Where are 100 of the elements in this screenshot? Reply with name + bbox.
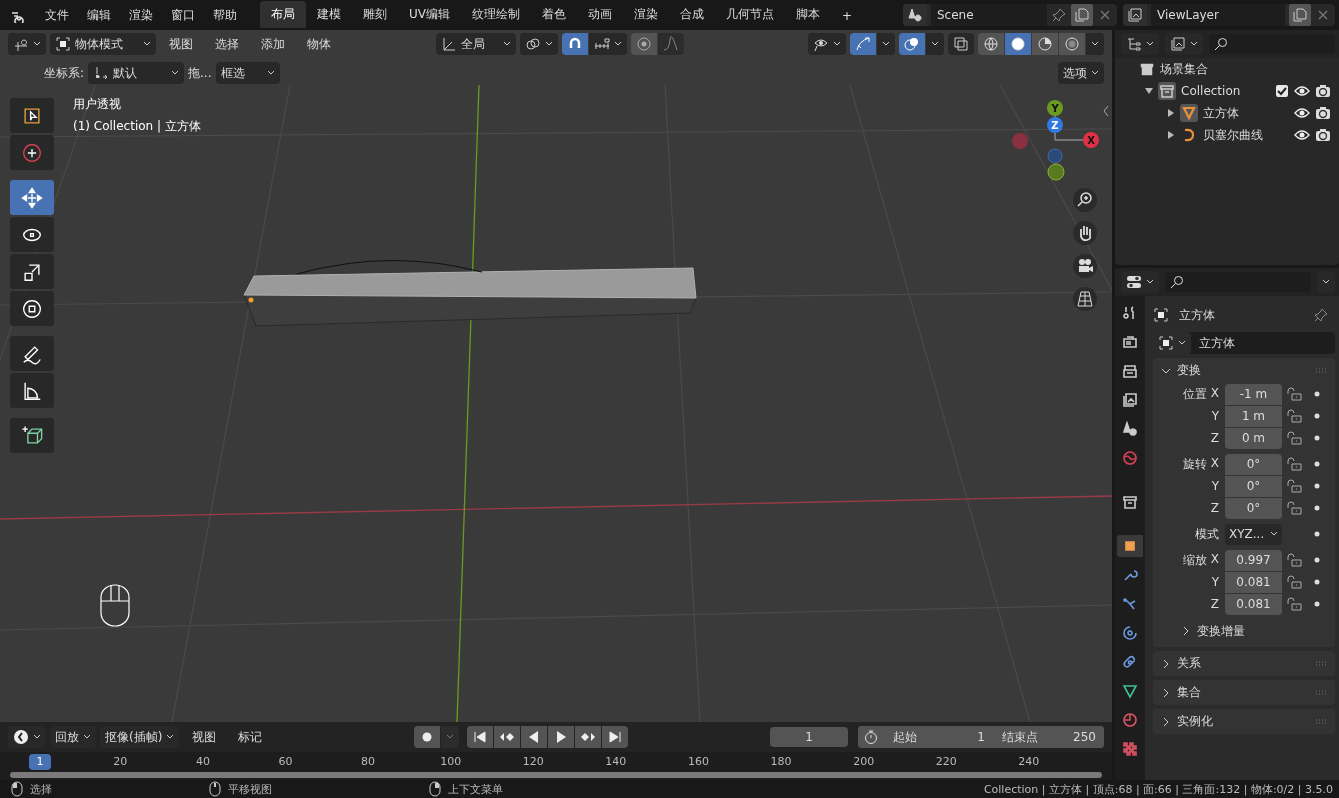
editor-type-dropdown[interactable] xyxy=(8,726,46,748)
view-layer-type-dropdown[interactable] xyxy=(1123,4,1147,26)
menu-item[interactable]: 帮助 xyxy=(204,6,246,24)
falloff-dropdown[interactable] xyxy=(658,33,684,55)
keying-dropdown[interactable]: 抠像(插帧) xyxy=(100,726,180,748)
copy-icon[interactable] xyxy=(1071,4,1093,26)
cube-object[interactable] xyxy=(243,267,697,327)
scene-type-dropdown[interactable] xyxy=(903,4,927,26)
add-workspace-button[interactable]: + xyxy=(831,4,864,28)
tool-button[interactable] xyxy=(10,254,54,289)
grip-icon[interactable] xyxy=(1315,689,1327,696)
number-field[interactable]: 1 m xyxy=(1225,405,1282,427)
menu-item[interactable]: 文件 xyxy=(36,6,78,24)
shading-button[interactable] xyxy=(978,33,1004,55)
pivot-dropdown[interactable] xyxy=(520,33,558,55)
snap-toggle[interactable] xyxy=(562,33,588,55)
menu-item[interactable]: 编辑 xyxy=(78,6,120,24)
number-field[interactable]: 0.997 xyxy=(1225,549,1282,571)
subpanel-title[interactable]: 变换增量 xyxy=(1197,622,1245,640)
jump-start-button[interactable] xyxy=(466,726,493,748)
pin-icon[interactable] xyxy=(1313,307,1329,323)
number-field[interactable]: 0.081 xyxy=(1225,571,1282,593)
keyframe-dot-icon[interactable] xyxy=(1314,531,1320,537)
eye-icon[interactable] xyxy=(1294,127,1310,143)
chevron-left-icon[interactable] xyxy=(1102,105,1110,117)
jump-end-button[interactable] xyxy=(601,726,628,748)
options-dropdown[interactable]: 选项 xyxy=(1058,62,1104,84)
workspace-tab[interactable]: 渲染 xyxy=(623,1,669,28)
workspace-tab[interactable]: 动画 xyxy=(577,1,623,28)
view-layer-name-field[interactable]: ViewLayer xyxy=(1151,4,1285,26)
tool-button[interactable] xyxy=(10,291,54,326)
padlock-icon[interactable] xyxy=(1286,457,1302,471)
auto-key-toggle[interactable] xyxy=(413,726,440,748)
keyframe-dot-icon[interactable] xyxy=(1314,505,1320,511)
workspace-tab[interactable]: UV编辑 xyxy=(398,1,461,28)
keyframe-dot-icon[interactable] xyxy=(1314,579,1320,585)
shading-button[interactable] xyxy=(1059,33,1085,55)
playback-dropdown[interactable]: 回放 xyxy=(50,726,96,748)
overlay-toggle[interactable] xyxy=(899,33,925,55)
padlock-icon[interactable] xyxy=(1286,501,1302,515)
padlock-icon[interactable] xyxy=(1286,431,1302,445)
previous-keyframe-button[interactable] xyxy=(493,726,520,748)
timeline-menu-item[interactable]: 视图 xyxy=(183,728,226,746)
checkbox[interactable] xyxy=(1275,84,1289,98)
expand-triangle-icon[interactable] xyxy=(1145,87,1153,95)
keyframe-dot-icon[interactable] xyxy=(1314,601,1320,607)
playhead[interactable]: 1 xyxy=(29,754,51,770)
outliner-item[interactable]: 贝塞尔曲线 xyxy=(1203,126,1289,144)
outliner-item[interactable]: 立方体 xyxy=(1203,104,1289,122)
menu-item[interactable]: 渲染 xyxy=(120,6,162,24)
number-field[interactable]: 0 m xyxy=(1225,427,1282,449)
proportional-toggle[interactable] xyxy=(631,33,657,55)
workspace-tab[interactable]: 建模 xyxy=(306,1,352,28)
drag-dropdown[interactable]: 框选 xyxy=(215,62,280,84)
keyframe-dot-icon[interactable] xyxy=(1314,435,1320,441)
workspace-tab[interactable]: 几何节点 xyxy=(715,1,785,28)
padlock-icon[interactable] xyxy=(1286,409,1302,423)
camera-icon[interactable] xyxy=(1073,254,1097,278)
display-mode-dropdown[interactable] xyxy=(1165,33,1203,55)
workspace-tab[interactable]: 脚本 xyxy=(785,1,831,28)
timeline-scrollbar[interactable] xyxy=(10,772,1102,778)
tool-button[interactable] xyxy=(10,418,54,453)
eye-icon[interactable] xyxy=(1294,105,1310,121)
viewport-menu-item[interactable]: 选择 xyxy=(206,35,248,53)
mesh-triangle-icon[interactable] xyxy=(1180,104,1198,122)
search-field[interactable] xyxy=(1209,34,1335,54)
keyframe-dot-icon[interactable] xyxy=(1314,413,1320,419)
menu-item[interactable]: 窗口 xyxy=(162,6,204,24)
next-keyframe-button[interactable] xyxy=(574,726,601,748)
chevron-icon[interactable] xyxy=(1161,716,1171,727)
timeline-menu-item[interactable]: 标记 xyxy=(229,728,272,746)
number-field[interactable]: 0° xyxy=(1225,475,1282,497)
viewport-menu-item[interactable]: 物体 xyxy=(298,35,340,53)
eye-icon[interactable] xyxy=(1294,83,1310,99)
search-field[interactable] xyxy=(1165,272,1311,292)
camera-icon[interactable] xyxy=(1315,83,1331,99)
workspace-tab[interactable]: 着色 xyxy=(531,1,577,28)
camera-icon[interactable] xyxy=(1315,127,1331,143)
number-field[interactable]: 0° xyxy=(1225,497,1282,519)
copy-icon[interactable] xyxy=(1289,4,1311,26)
expand-triangle-icon[interactable] xyxy=(1167,109,1175,117)
editor-type-dropdown[interactable] xyxy=(1121,33,1159,55)
navigation-gizmo[interactable]: Y Z X xyxy=(1005,100,1105,190)
mode-dropdown[interactable]: 物体模式 xyxy=(50,33,156,55)
chevron-icon[interactable] xyxy=(1181,626,1191,636)
viewport-menu-item[interactable]: 视图 xyxy=(160,35,202,53)
scene-name-field[interactable]: Scene xyxy=(931,4,1047,26)
number-field[interactable]: 0° xyxy=(1225,453,1282,475)
shading-button[interactable] xyxy=(1005,33,1031,55)
gizmo-toggle[interactable] xyxy=(850,33,876,55)
properties-tab[interactable] xyxy=(1117,535,1143,557)
xray-toggle[interactable] xyxy=(948,33,974,55)
orientation-dropdown[interactable]: 全局 xyxy=(436,33,516,55)
expand-triangle-icon[interactable] xyxy=(1167,131,1175,139)
grip-icon[interactable] xyxy=(1315,367,1327,374)
workspace-tab[interactable]: 纹理绘制 xyxy=(461,1,531,28)
snap-target-dropdown[interactable] xyxy=(589,33,627,55)
curve-object[interactable] xyxy=(296,259,483,275)
zoom-icon[interactable] xyxy=(1073,188,1097,212)
current-frame-field[interactable]: 1 xyxy=(770,727,848,747)
